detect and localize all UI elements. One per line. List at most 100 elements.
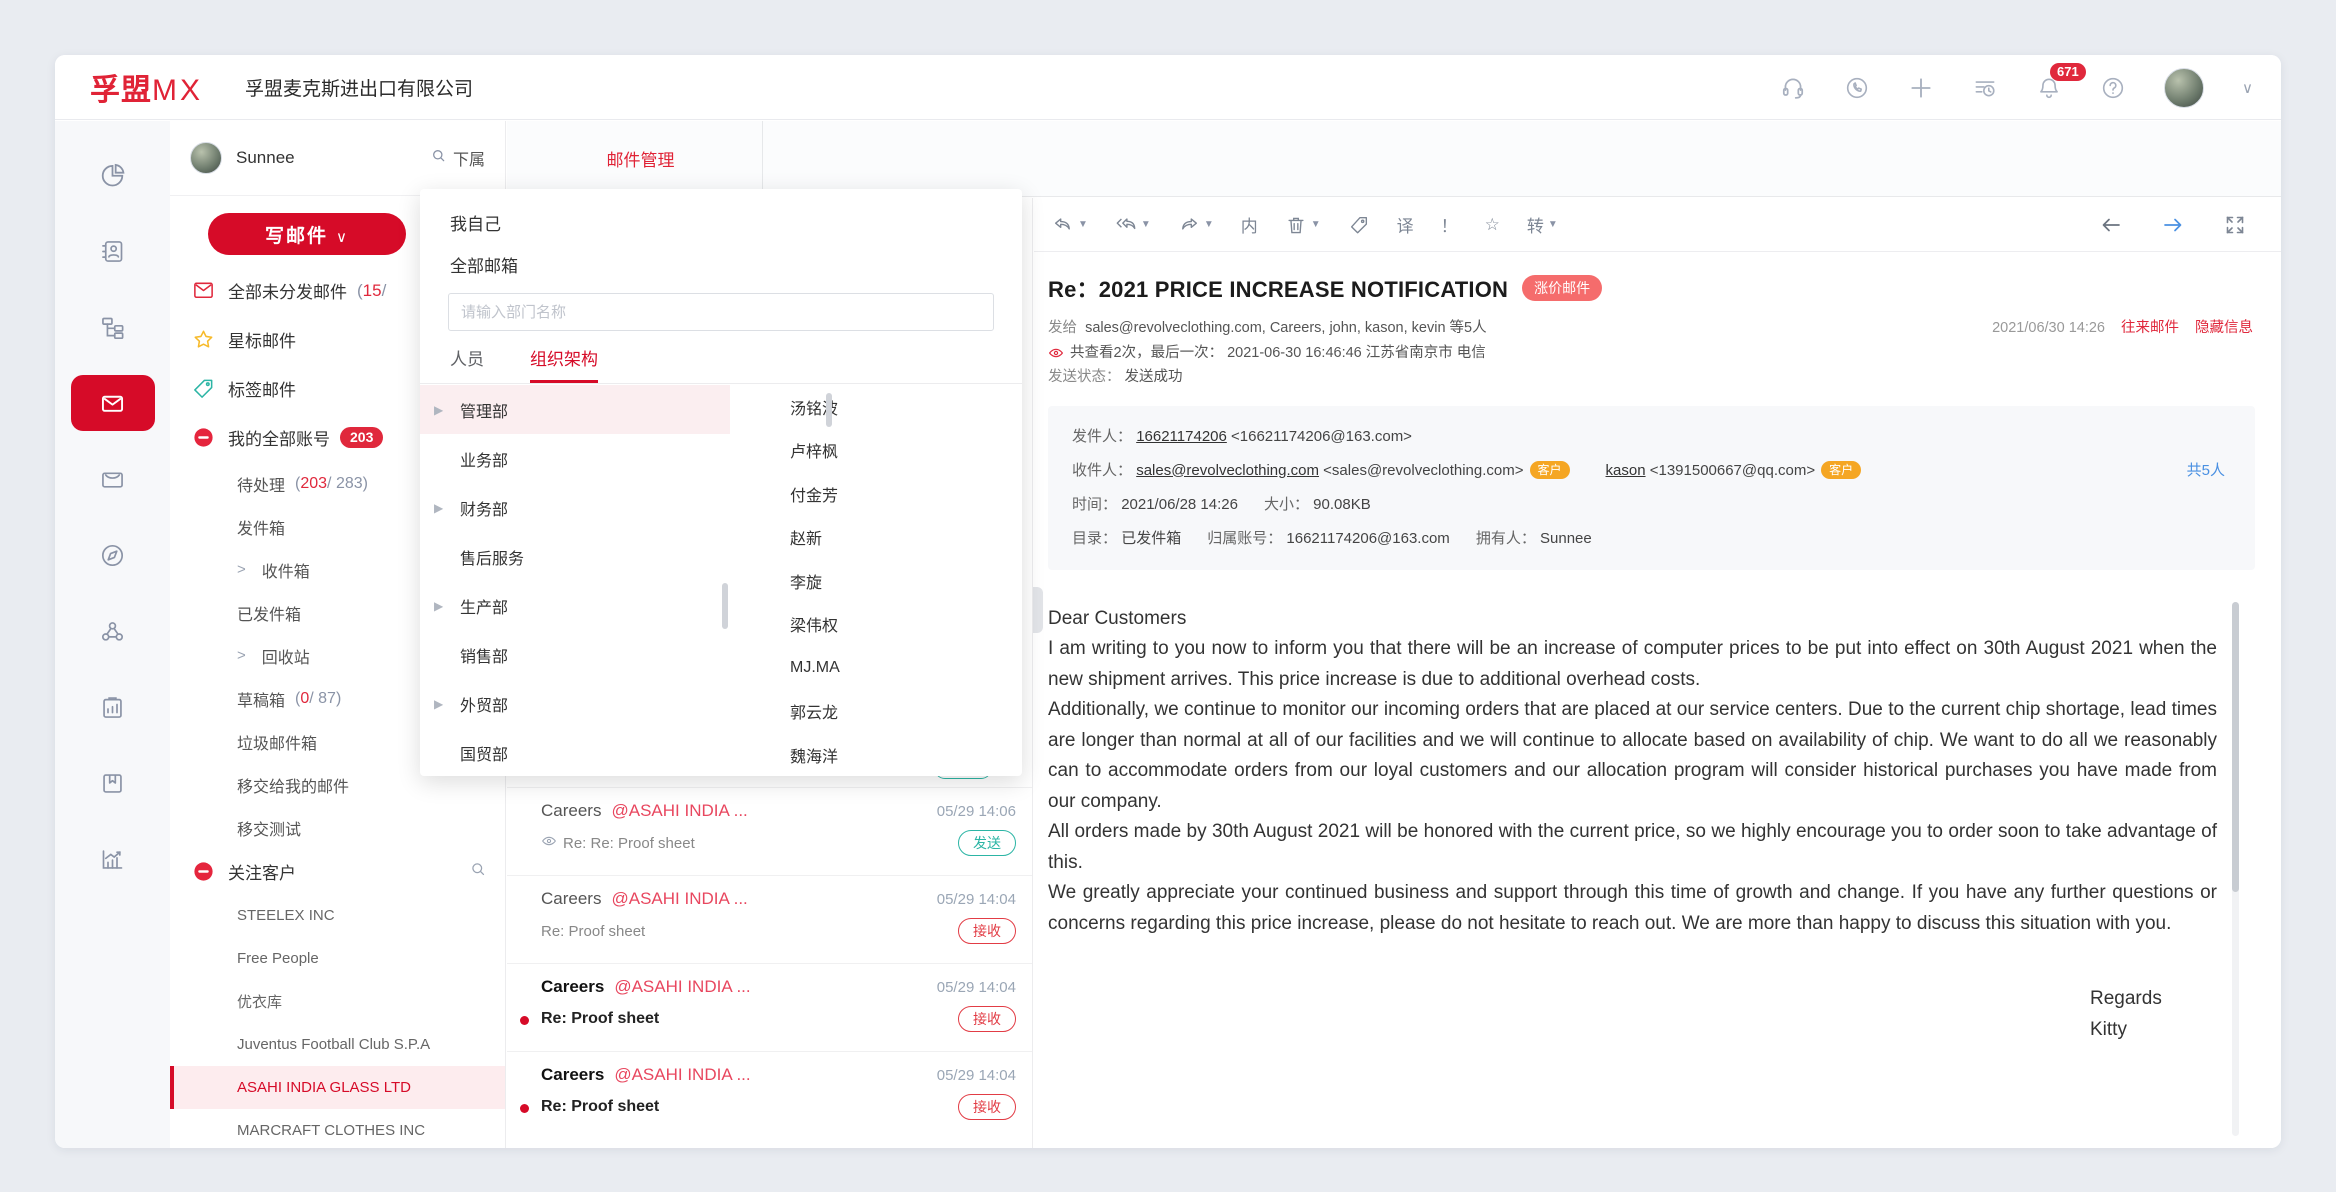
mail-subject: Re: Proof sheet bbox=[541, 1098, 659, 1116]
rail-network-icon[interactable] bbox=[55, 593, 170, 669]
mail-list-item-unread[interactable]: Careers@ASAHI INDIA ...05/29 14:04 Re: P… bbox=[507, 963, 1032, 1051]
transfer-button[interactable]: 转▼ bbox=[1527, 212, 1558, 237]
prev-mail-icon[interactable] bbox=[2099, 213, 2123, 237]
plus-icon[interactable] bbox=[1908, 75, 1934, 101]
rail-contacts-icon[interactable] bbox=[55, 213, 170, 289]
reply-all-button[interactable]: ▼ bbox=[1115, 214, 1151, 236]
mail-list-item-unread[interactable]: Careers@ASAHI INDIA ...05/29 14:04 Re: P… bbox=[507, 1051, 1032, 1139]
watched-customers-header[interactable]: 关注客户 bbox=[170, 849, 505, 894]
bell-icon[interactable]: 671 bbox=[2036, 75, 2062, 101]
department-row[interactable]: ▶生产部 bbox=[420, 581, 730, 630]
triangle-caret-icon[interactable]: ▶ bbox=[434, 501, 460, 515]
internal-mail-button[interactable]: 内 bbox=[1241, 212, 1258, 237]
department-label: 售后服务 bbox=[460, 545, 524, 569]
help-icon[interactable] bbox=[2100, 75, 2126, 101]
department-label: 生产部 bbox=[460, 594, 508, 618]
scrollbar-thumb[interactable] bbox=[2232, 602, 2239, 892]
customer-item[interactable]: 优衣库 bbox=[170, 980, 505, 1023]
customer-search-icon[interactable] bbox=[469, 860, 487, 883]
body-scrollbar[interactable] bbox=[2232, 602, 2239, 1136]
next-mail-icon[interactable] bbox=[2161, 213, 2185, 237]
fullscreen-icon[interactable] bbox=[2223, 213, 2247, 237]
chat-phone-icon[interactable] bbox=[1844, 75, 1870, 101]
customer-item[interactable]: Free People bbox=[170, 937, 505, 980]
member-row[interactable]: MJ.MA bbox=[730, 646, 1022, 690]
user-avatar[interactable] bbox=[2164, 68, 2204, 108]
department-row[interactable]: ▶财务部 bbox=[420, 483, 730, 532]
eye-icon bbox=[541, 833, 557, 853]
rail-book-icon[interactable] bbox=[55, 745, 170, 821]
mail-list-item[interactable]: Careers@ASAHI INDIA ...05/29 14:06 Re: R… bbox=[507, 787, 1032, 875]
member-label: 魏海洋 bbox=[790, 743, 838, 767]
tab-mail-management[interactable]: 邮件管理 bbox=[519, 121, 763, 196]
pane-collapse-handle[interactable] bbox=[1033, 587, 1043, 633]
receive-badge: 接收 bbox=[958, 1094, 1016, 1120]
triangle-caret-icon[interactable]: ▶ bbox=[434, 697, 460, 711]
member-row[interactable]: 赵新 bbox=[730, 516, 1022, 560]
forward-button[interactable]: ▼ bbox=[1178, 214, 1214, 236]
expand-caret-icon[interactable]: > bbox=[237, 561, 246, 578]
department-row[interactable]: 业务部 bbox=[420, 434, 730, 483]
customer-item[interactable]: Juventus Football Club S.P.A bbox=[170, 1023, 505, 1066]
star-button[interactable]: ☆ bbox=[1485, 215, 1500, 235]
delete-button[interactable]: ▼ bbox=[1285, 214, 1321, 236]
rail-orgchart-icon[interactable] bbox=[55, 289, 170, 365]
translate-button[interactable]: 译 bbox=[1397, 212, 1414, 237]
rail-dashboard-icon[interactable] bbox=[55, 137, 170, 213]
task-history-icon[interactable] bbox=[1972, 75, 1998, 101]
member-row[interactable]: 李旋 bbox=[730, 559, 1022, 603]
customer-item[interactable]: STEELEX INC bbox=[170, 894, 505, 937]
member-row[interactable]: 付金芳 bbox=[730, 472, 1022, 516]
from-address-link[interactable]: 16621174206 bbox=[1136, 428, 1227, 445]
mail-subject: Re: Proof sheet bbox=[541, 1010, 659, 1028]
rail-compass-icon[interactable] bbox=[55, 517, 170, 593]
hide-info-link[interactable]: 隐藏信息 bbox=[2195, 316, 2253, 341]
to-address-link[interactable]: kason bbox=[1606, 462, 1646, 479]
tag-button[interactable] bbox=[1348, 214, 1370, 236]
folder-count: (203/ 283) bbox=[295, 475, 368, 493]
expand-caret-icon[interactable]: > bbox=[237, 647, 246, 664]
history-link[interactable]: 往来邮件 bbox=[2121, 316, 2179, 341]
reply-button[interactable]: ▼ bbox=[1052, 214, 1088, 236]
member-row[interactable]: 郭云龙 bbox=[730, 690, 1022, 734]
rail-analytics-icon[interactable] bbox=[55, 821, 170, 897]
department-row[interactable]: ▶外贸部 bbox=[420, 679, 730, 728]
department-scrollbar-thumb[interactable] bbox=[722, 583, 728, 629]
customer-item[interactable]: MARCRAFT CLOTHES INC bbox=[170, 1109, 505, 1148]
department-row[interactable]: 售后服务 bbox=[420, 532, 730, 581]
chevron-down-icon[interactable]: ∨ bbox=[2242, 79, 2253, 97]
tab-org-structure[interactable]: 组织架构 bbox=[530, 345, 598, 383]
dropdown-item-me[interactable]: 我自己 bbox=[420, 201, 1022, 243]
dropdown-tabs: 人员 组织架构 bbox=[420, 331, 1022, 384]
department-search-input[interactable] bbox=[448, 293, 994, 331]
member-row[interactable]: 魏海洋 bbox=[730, 733, 1022, 776]
rail-mail-open-icon[interactable] bbox=[55, 441, 170, 517]
member-scrollbar-thumb[interactable] bbox=[826, 393, 832, 427]
subordinate-search[interactable]: 下属 bbox=[430, 146, 485, 170]
customer-label: 优衣库 bbox=[237, 991, 282, 1012]
member-row[interactable]: 梁伟权 bbox=[730, 603, 1022, 647]
rail-mail-icon[interactable] bbox=[55, 365, 170, 441]
dropdown-item-all-mailboxes[interactable]: 全部邮箱 bbox=[420, 243, 1022, 285]
triangle-caret-icon[interactable]: ▶ bbox=[434, 403, 460, 417]
customer-item-active[interactable]: ASAHI INDIA GLASS LTD bbox=[170, 1066, 505, 1109]
headset-icon[interactable] bbox=[1780, 75, 1806, 101]
member-row[interactable]: 汤铭波 bbox=[730, 385, 1022, 429]
department-row[interactable]: 销售部 bbox=[420, 630, 730, 679]
department-row-active[interactable]: ▶管理部 bbox=[420, 385, 730, 434]
subordinate-label: 下属 bbox=[453, 146, 485, 170]
triangle-caret-icon[interactable]: ▶ bbox=[434, 599, 460, 613]
to-address-link[interactable]: sales@revolveclothing.com bbox=[1136, 462, 1319, 479]
mail-body: Dear Customers I am writing to you now t… bbox=[1048, 604, 2217, 940]
member-row[interactable]: 卢梓枫 bbox=[730, 429, 1022, 473]
folder-handover-test[interactable]: 移交测试 bbox=[170, 806, 505, 849]
sidebar-avatar[interactable] bbox=[190, 142, 222, 174]
mail-list-item[interactable]: Careers@ASAHI INDIA ...05/29 14:04 Re: P… bbox=[507, 875, 1032, 963]
department-row[interactable]: 国贸部 bbox=[420, 728, 730, 776]
total-recipients-link[interactable]: 共5人 bbox=[2187, 454, 2225, 488]
compose-button[interactable]: 写邮件∨ bbox=[208, 213, 406, 255]
body-paragraph: Dear Customers bbox=[1048, 604, 2217, 635]
tab-people[interactable]: 人员 bbox=[450, 345, 484, 383]
important-button[interactable]: ！ bbox=[1441, 212, 1458, 237]
rail-report-icon[interactable] bbox=[55, 669, 170, 745]
